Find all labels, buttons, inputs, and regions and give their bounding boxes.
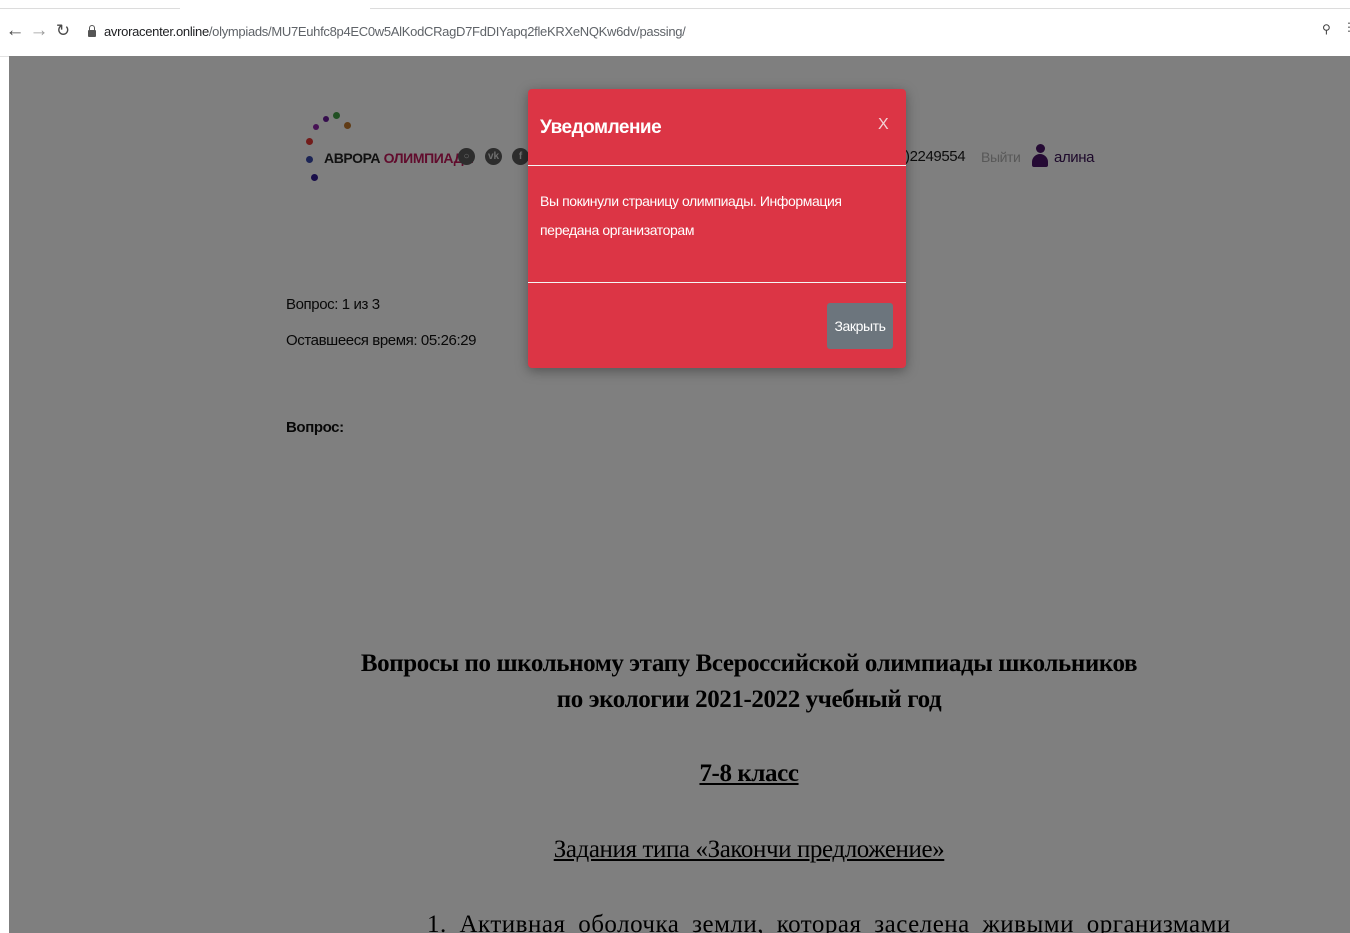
back-arrow-icon[interactable]: ← (4, 20, 26, 42)
modal-message: Вы покинули страницу олимпиады. Информац… (540, 193, 842, 238)
reload-icon[interactable]: ↻ (52, 20, 74, 42)
url-text[interactable]: avroracenter.online/olympiads/MU7Euhfc8p… (104, 24, 686, 39)
address-bar[interactable]: avroracenter.online/olympiads/MU7Euhfc8p… (80, 21, 1310, 45)
browser-toolbar: ← → ↻ avroracenter.online/olympiads/MU7E… (0, 10, 1350, 57)
modal-title: Уведомление (540, 117, 662, 138)
url-host: avroracenter.online (104, 24, 209, 39)
tab-strip (0, 0, 1350, 10)
tab-divider (0, 8, 180, 9)
notification-modal: Уведомление X Вы покинули страницу олимп… (528, 89, 906, 368)
lock-icon[interactable] (88, 25, 96, 37)
forward-arrow-icon[interactable]: → (28, 20, 50, 42)
close-icon[interactable]: X (878, 116, 889, 134)
modal-footer-divider (528, 282, 906, 283)
modal-header-divider (528, 165, 906, 166)
key-icon[interactable]: ⚲ (1322, 22, 1331, 36)
more-icon[interactable]: ⋮ (1343, 20, 1350, 34)
tab-divider (370, 8, 1350, 9)
url-path: /olympiads/MU7Euhfc8p4EC0w5AlKodCRagD7Fd… (208, 24, 686, 39)
close-button[interactable]: Закрыть (827, 303, 893, 349)
